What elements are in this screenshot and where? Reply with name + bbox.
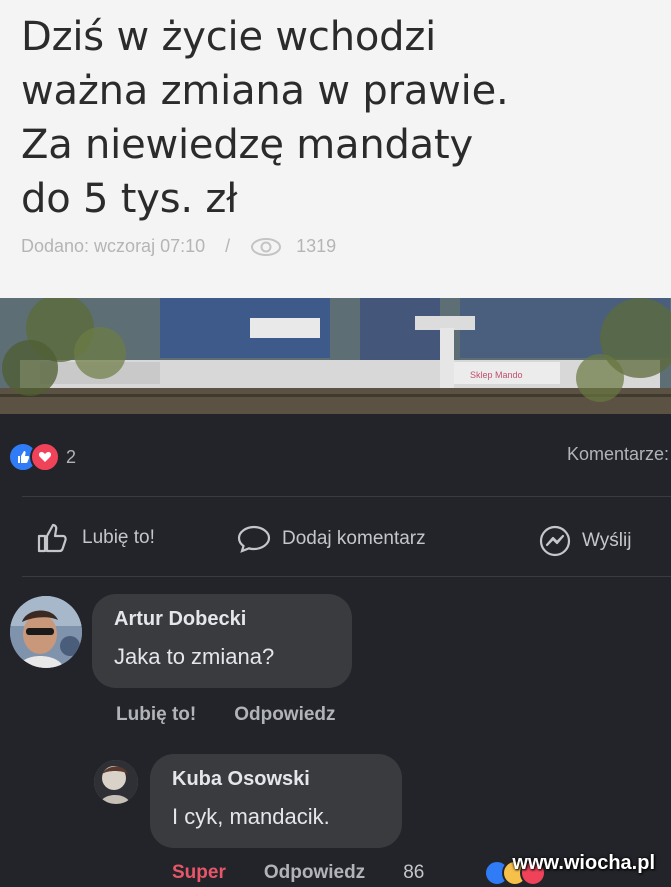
comment-bubble-kuba[interactable]: Kuba Osowski I cyk, mandacik. (150, 754, 402, 848)
added-date: Dodano: wczoraj 07:10 (21, 236, 206, 256)
like-button-label: Lubię to! (82, 527, 155, 548)
reaction-summary[interactable]: 2 (8, 442, 76, 472)
send-button[interactable]: Wyślij (538, 524, 631, 558)
divider-bottom (22, 576, 671, 577)
reply-reply-link[interactable]: Odpowiedz (264, 862, 365, 884)
add-comment-label: Dodaj komentarz (282, 528, 426, 549)
comment-bubble-icon (237, 525, 271, 553)
street-photo-illustration: Sklep Mando (0, 298, 671, 414)
comment-bubble-artur[interactable]: Artur Dobecki Jaka to zmiana? (92, 594, 352, 688)
facebook-comments-section: 2 Komentarze: Lubię to! Dodaj komentarz … (0, 414, 671, 887)
meta-separator: / (225, 236, 231, 256)
article-headline[interactable]: Dziś w życie wchodzi ważna zmiana w praw… (21, 10, 641, 226)
eye-icon (250, 237, 282, 257)
comment-like-link[interactable]: Lubię to! (116, 704, 196, 726)
send-button-label: Wyślij (582, 530, 632, 551)
add-comment-button[interactable]: Dodaj komentarz (236, 524, 426, 554)
comment-author[interactable]: Kuba Osowski (172, 768, 310, 791)
thumbs-up-icon (37, 523, 67, 553)
reply-reaction-count: 86 (403, 862, 425, 883)
like-button[interactable]: Lubię to! (36, 522, 155, 554)
comment-text: Jaka to zmiana? (114, 644, 275, 669)
comment-actions: Lubię to! Odpowiedz (116, 704, 336, 726)
comment-reply-link[interactable]: Odpowiedz (234, 704, 335, 726)
comment-text: I cyk, mandacik. (172, 804, 330, 829)
watermark: www.wiocha.pl (512, 852, 655, 874)
avatar-photo (94, 760, 138, 804)
photo-sign: Sklep Mando (470, 370, 523, 380)
article-meta: Dodano: wczoraj 07:10 / 1319 (21, 236, 336, 257)
super-reaction-link[interactable]: Super (172, 862, 226, 884)
messenger-icon (539, 525, 571, 557)
article-photo[interactable]: Sklep Mando (0, 298, 671, 414)
view-count: 1319 (296, 236, 337, 256)
comments-count-link[interactable]: Komentarze: (567, 444, 669, 465)
reply-actions: Super Odpowiedz 86 (172, 862, 424, 884)
reaction-count: 2 (66, 446, 77, 467)
avatar-photo (10, 596, 82, 668)
post-actions-bar: Lubię to! Dodaj komentarz Wyślij (0, 512, 671, 562)
comment-author[interactable]: Artur Dobecki (114, 608, 246, 631)
avatar-artur-dobecki[interactable] (10, 596, 82, 668)
article-header: Dziś w życie wchodzi ważna zmiana w praw… (0, 0, 671, 298)
love-reaction-icon (30, 442, 60, 472)
avatar-kuba-osowski[interactable] (94, 760, 138, 804)
divider-top (22, 496, 671, 497)
